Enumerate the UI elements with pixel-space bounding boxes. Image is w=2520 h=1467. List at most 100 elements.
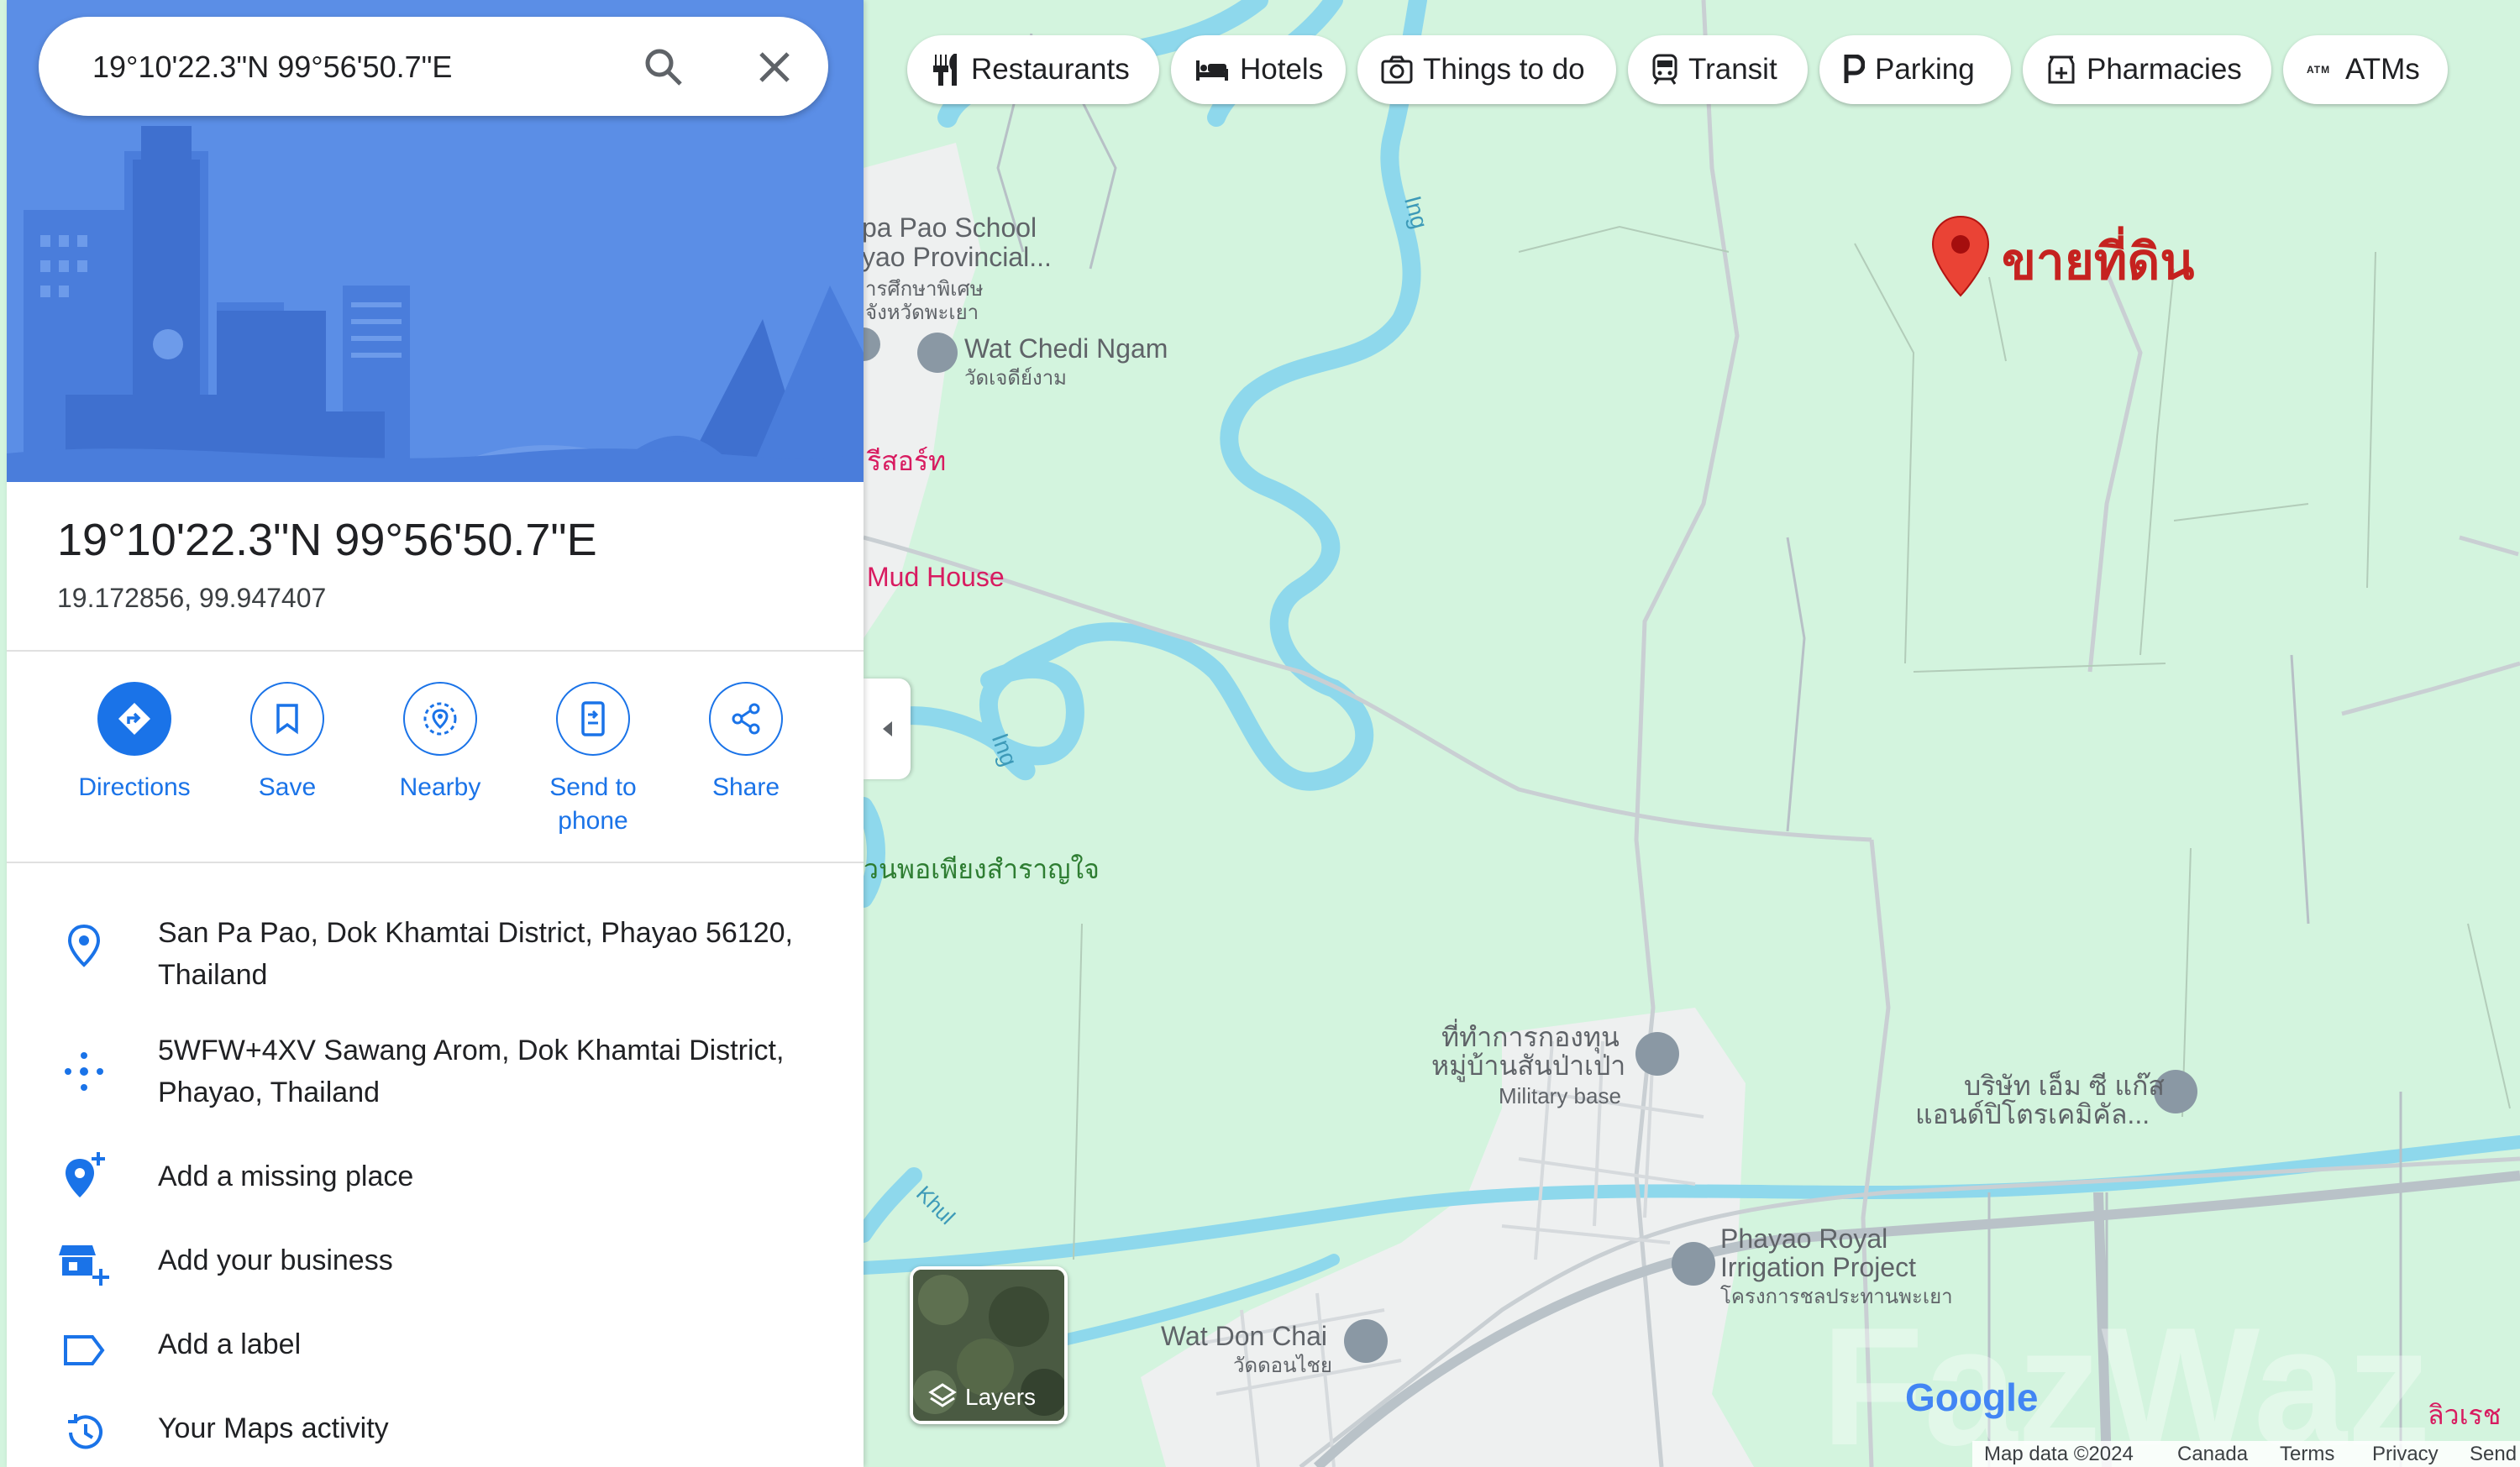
- nearby-circle: [403, 682, 477, 756]
- terms-link[interactable]: Terms: [2280, 1443, 2334, 1466]
- map-label-school[interactable]: pa Pao School: [864, 213, 1037, 242]
- maps-activity-text: Your Maps activity: [158, 1412, 389, 1444]
- directions-button[interactable]: Directions: [59, 682, 210, 804]
- chip-label: Transit: [1688, 53, 1777, 86]
- nearby-button[interactable]: Nearby: [365, 682, 516, 804]
- caret-left-icon: [883, 721, 892, 736]
- add-label-text: Add a label: [158, 1328, 302, 1360]
- chip-label: Things to do: [1423, 53, 1585, 86]
- layers-icon: [928, 1383, 957, 1407]
- map-label-irrigation-th: โครงการชลประทานพะเยา: [1720, 1286, 1953, 1308]
- add-business-icon: [59, 1239, 109, 1290]
- chip-parking[interactable]: Parking: [1819, 35, 2011, 104]
- layers-button[interactable]: Layers: [910, 1266, 1068, 1424]
- map-label-mud-house[interactable]: Mud House: [867, 563, 1005, 591]
- action-label: Save: [258, 773, 317, 801]
- plus-code-row[interactable]: 5WFW+4XV Sawang Arom, Dok Khamtai Distri…: [7, 1030, 864, 1122]
- google-logo: Google: [1905, 1375, 2039, 1419]
- map-label-military[interactable]: ที่ทำการกองทุน: [1441, 1023, 1620, 1051]
- chip-label: Parking: [1875, 53, 1975, 86]
- map-footer: Map data ©2024 Canada Terms Privacy Send: [1972, 1441, 2520, 1467]
- search-box: [39, 17, 828, 116]
- save-button[interactable]: Save: [212, 682, 363, 804]
- clear-search-button[interactable]: [751, 44, 798, 91]
- search-button[interactable]: [640, 44, 687, 91]
- action-label: Send to phone: [549, 773, 637, 835]
- address-row[interactable]: San Pa Pao, Dok Khamtai District, Phayao…: [7, 912, 864, 1004]
- chip-pharmacies[interactable]: Pharmacies: [2023, 35, 2271, 104]
- map-label-company[interactable]: บริษัท เอ็ม ซี แก๊ส: [1964, 1071, 2165, 1100]
- add-missing-place-row[interactable]: Add a missing place: [7, 1150, 864, 1218]
- search-icon: [645, 49, 682, 86]
- nearby-icon: [423, 702, 457, 736]
- action-label: Share: [711, 773, 780, 801]
- layers-label: Layers: [965, 1384, 1037, 1410]
- chip-atms[interactable]: ATM ATMs: [2283, 35, 2448, 104]
- privacy-link[interactable]: Privacy: [2372, 1443, 2439, 1466]
- pharmacy-icon: [2046, 54, 2076, 86]
- map-label-temple[interactable]: Wat Chedi Ngam: [964, 334, 1168, 363]
- pin-label: ขายที่ดิน: [2002, 233, 2195, 290]
- send-to-phone-icon: [581, 701, 605, 736]
- map-label-temple[interactable]: Wat Don Chai: [1161, 1322, 1327, 1350]
- action-label: Nearby: [399, 773, 481, 801]
- bed-icon: [1194, 57, 1230, 82]
- location-pin-icon[interactable]: [1930, 215, 1991, 297]
- map-label-military[interactable]: หมู่บ้านสันป่าเป่า: [1431, 1051, 1625, 1080]
- fork-knife-icon: [931, 53, 961, 86]
- history-icon: [59, 1407, 109, 1458]
- send-feedback-link[interactable]: Send: [2470, 1443, 2517, 1466]
- send-circle: [556, 682, 630, 756]
- close-icon: [759, 52, 790, 82]
- chip-label: Pharmacies: [2087, 53, 2242, 86]
- divider: [7, 862, 864, 863]
- search-input[interactable]: [91, 42, 615, 92]
- hero-illustration: [7, 0, 864, 482]
- place-panel: 19°10'22.3"N 99°56'50.7"E 19.172856, 99.…: [7, 0, 864, 1467]
- chip-label: Restaurants: [971, 53, 1130, 86]
- map-label-temple-th: วัดดอนไชย: [1233, 1354, 1332, 1377]
- collapse-panel-button[interactable]: [864, 678, 911, 779]
- add-business-text: Add your business: [158, 1244, 393, 1276]
- share-button[interactable]: Share: [670, 682, 822, 804]
- map-label-military-type: Military base: [1499, 1083, 1621, 1108]
- share-icon: [732, 703, 760, 735]
- map-canvas[interactable]: FazWaz ขายที่ดิน pa Pao School yao Provi…: [864, 0, 2520, 1467]
- train-icon: [1651, 54, 1678, 86]
- place-decimal-coordinates: 19.172856, 99.947407: [57, 583, 327, 613]
- map-data-credit: Map data ©2024: [1984, 1443, 2134, 1465]
- send-to-phone-button[interactable]: Send to phone: [517, 682, 669, 838]
- map-label-irrigation[interactable]: Irrigation Project: [1720, 1253, 1916, 1281]
- camera-icon: [1381, 55, 1413, 84]
- add-location-icon: [59, 1150, 109, 1201]
- place-title: 19°10'22.3"N 99°56'50.7"E: [57, 515, 597, 565]
- map-label-garden[interactable]: วนพอเพียงสำราญใจ: [864, 855, 1100, 883]
- atm-icon: ATM: [2307, 61, 2335, 78]
- chip-hotels[interactable]: Hotels: [1171, 35, 1346, 104]
- action-label: Directions: [78, 773, 191, 801]
- add-business-row[interactable]: Add your business: [7, 1234, 864, 1302]
- chip-restaurants[interactable]: Restaurants: [907, 35, 1159, 104]
- map-label-school[interactable]: yao Provincial...: [864, 243, 1052, 271]
- svg-text:ATM: ATM: [2307, 64, 2330, 76]
- map-label-company[interactable]: แอนด์ปิโตรเคมิคัล...: [1915, 1100, 2150, 1129]
- add-label-row[interactable]: Add a label: [7, 1318, 864, 1386]
- chip-things-to-do[interactable]: Things to do: [1357, 35, 1616, 104]
- region-link[interactable]: Canada: [2177, 1443, 2248, 1466]
- add-missing-place-text: Add a missing place: [158, 1161, 414, 1192]
- map-label-irrigation[interactable]: Phayao Royal: [1720, 1224, 1887, 1253]
- map-graphics: FazWaz: [864, 0, 2520, 1467]
- save-circle: [250, 682, 324, 756]
- maps-activity-row[interactable]: Your Maps activity: [7, 1402, 864, 1467]
- share-circle: [709, 682, 783, 756]
- directions-icon: [118, 703, 150, 735]
- chip-transit[interactable]: Transit: [1628, 35, 1808, 104]
- chip-label: Hotels: [1240, 53, 1324, 86]
- plus-code-text: 5WFW+4XV Sawang Arom, Dok Khamtai Distri…: [158, 1035, 785, 1108]
- location-icon: [59, 920, 109, 971]
- plus-code-icon: [59, 1046, 109, 1097]
- map-label-resort[interactable]: รีสอร์ท: [867, 447, 946, 475]
- chip-label: ATMs: [2345, 53, 2420, 86]
- label-icon: [59, 1325, 109, 1375]
- bookmark-icon: [276, 704, 298, 735]
